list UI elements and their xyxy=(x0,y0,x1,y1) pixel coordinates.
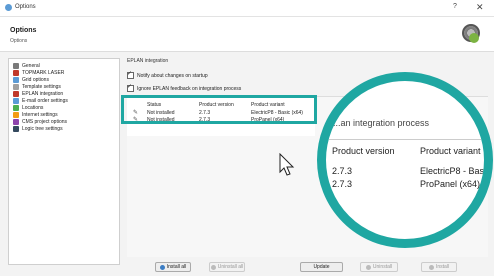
app-icon xyxy=(5,4,12,11)
notify-checkbox[interactable]: Notify about changes on startup xyxy=(127,70,327,79)
button-label: Update xyxy=(313,264,330,270)
zoom-title: ...an integration process xyxy=(333,118,430,128)
tree-item-email-order-settings[interactable]: E-mail order settings xyxy=(13,97,68,104)
breadcrumb: Options xyxy=(10,38,28,44)
page-title: Options xyxy=(10,27,37,34)
general-icon xyxy=(13,62,19,69)
zoom-col-header-version: Product version xyxy=(332,146,395,156)
tree-item-eplan-integration[interactable]: EPLAN integration xyxy=(13,90,63,97)
button-label: Install xyxy=(435,264,450,270)
highlight-rect xyxy=(121,95,317,124)
ignore-feedback-checkbox[interactable]: Ignore EPLAN feedback on integration pro… xyxy=(127,83,327,92)
uninstall-button[interactable]: Uninstall xyxy=(360,262,398,272)
zoom-lens: ...an integration process Product versio… xyxy=(317,72,493,248)
tree-item-locations[interactable]: Locations xyxy=(13,104,43,111)
uninstall-all-button[interactable]: Uninstall all xyxy=(209,262,245,272)
window-title: Options xyxy=(15,4,36,10)
mouse-cursor-icon xyxy=(279,153,295,176)
tree-item-cms-project-options[interactable]: CMS project options xyxy=(13,118,67,125)
email-icon xyxy=(13,97,19,104)
help-button[interactable]: ? xyxy=(453,3,457,10)
zoom-divider xyxy=(326,139,484,140)
tree-item-label: TOPMARK LASER xyxy=(22,69,65,76)
tree-item-label: Grid options xyxy=(22,76,49,83)
install-button[interactable]: Install xyxy=(421,262,457,272)
zoom-cell: 2.7.3 xyxy=(332,179,353,189)
tree-item-template-settings[interactable]: Template settings xyxy=(13,83,61,90)
tree-item-label: Locations xyxy=(22,104,44,111)
section-title: EPLAN integration xyxy=(127,58,169,64)
tree-item-label: Template settings xyxy=(22,83,61,90)
checkbox-icon[interactable] xyxy=(127,70,134,79)
options-tree: General TOPMARK LASER Grid options Templ… xyxy=(8,58,120,265)
options-window: Options ? ✕ Options Options General TOPM… xyxy=(0,0,494,276)
uninstall-icon xyxy=(210,264,216,270)
eplan-icon xyxy=(13,90,19,97)
uninstall-icon xyxy=(365,264,371,270)
header: Options Options xyxy=(0,17,494,52)
install-all-button[interactable]: Install all xyxy=(155,262,191,272)
cms-icon xyxy=(13,118,19,125)
zoom-cell: ElectricP8 - Basi xyxy=(420,166,487,176)
tree-item-topmark-laser[interactable]: TOPMARK LASER xyxy=(13,69,64,76)
zoom-col-header-variant: Product variant xyxy=(420,146,481,156)
checkbox-label: Notify about changes on startup xyxy=(137,72,208,79)
title-bar: Options ? ✕ xyxy=(0,0,494,17)
checkbox-icon[interactable] xyxy=(127,83,134,92)
template-icon xyxy=(13,83,19,90)
zoom-cell: ProPanel (x64) xyxy=(420,179,481,189)
update-button[interactable]: Update xyxy=(300,262,343,272)
tree-item-label: Internet settings xyxy=(22,111,58,118)
laser-icon xyxy=(13,69,19,76)
tree-item-label: Logic tree settings xyxy=(22,125,63,132)
install-icon xyxy=(428,264,434,270)
tree-item-label: General xyxy=(22,62,40,69)
grid-icon xyxy=(13,76,19,83)
tree-item-label: CMS project options xyxy=(22,118,68,125)
locations-icon xyxy=(13,104,19,111)
button-label: Uninstall xyxy=(372,264,393,270)
button-label: Install all xyxy=(166,264,187,270)
install-icon xyxy=(159,264,165,270)
tree-item-internet-settings[interactable]: Internet settings xyxy=(13,111,58,118)
internet-icon xyxy=(13,111,19,118)
tree-item-general[interactable]: General xyxy=(13,62,40,69)
tree-item-label: E-mail order settings xyxy=(22,97,68,104)
checkbox-label: Ignore EPLAN feedback on integration pro… xyxy=(137,85,242,92)
tree-item-logic-tree-settings[interactable]: Logic tree settings xyxy=(13,125,63,132)
status-dot-icon xyxy=(469,33,479,43)
logic-tree-icon xyxy=(13,125,19,132)
button-label: Uninstall all xyxy=(217,264,244,270)
tree-item-grid-options[interactable]: Grid options xyxy=(13,76,49,83)
tree-item-label: EPLAN integration xyxy=(22,90,64,97)
close-button[interactable]: ✕ xyxy=(476,2,484,13)
zoom-cell: 2.7.3 xyxy=(332,166,353,176)
